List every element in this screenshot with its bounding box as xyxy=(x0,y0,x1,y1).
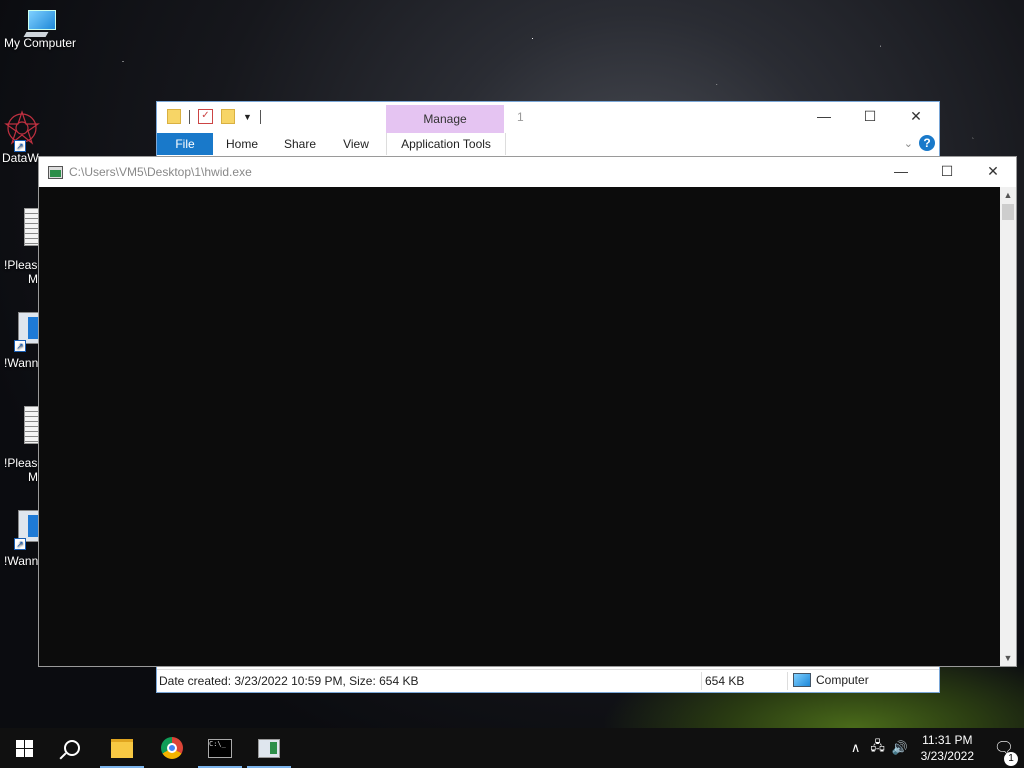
scroll-down-arrow-icon[interactable]: ▼ xyxy=(1000,650,1016,666)
new-folder-icon[interactable] xyxy=(221,109,235,124)
clock-date: 3/23/2022 xyxy=(920,749,974,763)
console-window[interactable]: C:\Users\VM5\Desktop\1\hwid.exe — ☐ ✕ ▲ … xyxy=(38,156,1017,667)
volume-icon[interactable]: 🔊 xyxy=(889,740,911,756)
window-title: C:\Users\VM5\Desktop\1\hwid.exe xyxy=(69,165,252,179)
start-button[interactable] xyxy=(0,728,48,768)
taskbar: C:\_ ∧ 🖧 🔊 11:31 PM 3/23/2022 🗨 1 xyxy=(0,728,1024,768)
status-location-label: Computer xyxy=(816,673,869,687)
taskbar-file-explorer[interactable] xyxy=(98,728,146,768)
minimize-button[interactable]: — xyxy=(801,102,847,130)
window-title: 1 xyxy=(517,110,524,124)
taskbar-hwid-app[interactable] xyxy=(245,728,293,768)
computer-icon xyxy=(23,10,56,37)
show-hidden-icons-chevron-icon[interactable]: ∧ xyxy=(845,740,867,756)
clock-time: 11:31 PM xyxy=(922,733,973,747)
hwid-app-icon xyxy=(258,738,280,758)
close-button[interactable]: ✕ xyxy=(970,157,1016,185)
console-titlebar[interactable]: C:\Users\VM5\Desktop\1\hwid.exe — ☐ ✕ xyxy=(39,157,1016,187)
file-explorer-icon xyxy=(111,738,133,758)
toolbar-divider xyxy=(259,109,261,124)
status-divider xyxy=(701,672,702,690)
ribbon-tabs: File Home Share View Application Tools xyxy=(157,133,939,155)
toolbar-divider xyxy=(189,109,190,124)
system-tray: ∧ 🖧 🔊 11:31 PM 3/23/2022 🗨 1 xyxy=(845,728,1024,768)
status-divider xyxy=(787,672,788,690)
status-bar: Date created: 3/23/2022 10:59 PM, Size: … xyxy=(157,669,939,692)
tab-view[interactable]: View xyxy=(329,133,383,155)
properties-icon[interactable]: ✓ xyxy=(198,109,213,124)
action-center-button[interactable]: 🗨 1 xyxy=(984,738,1024,766)
tab-home[interactable]: Home xyxy=(215,133,269,155)
taskbar-chrome[interactable] xyxy=(148,728,196,768)
notification-count-badge: 1 xyxy=(1004,752,1018,766)
console-output-area[interactable] xyxy=(39,187,1000,666)
close-button[interactable]: ✕ xyxy=(893,102,939,130)
tab-file[interactable]: File xyxy=(157,133,213,155)
maximize-button[interactable]: ☐ xyxy=(924,157,970,185)
chrome-icon xyxy=(161,737,183,759)
cmd-icon: C:\_ xyxy=(208,738,232,758)
scrollbar-thumb[interactable] xyxy=(1002,204,1014,220)
status-file-size: 654 KB xyxy=(705,674,745,688)
customize-toolbar-chevron-icon[interactable]: ▼ xyxy=(243,112,252,122)
desktop-icon-label: My Computer xyxy=(3,36,77,50)
tab-manage-context[interactable]: Manage xyxy=(386,105,504,133)
computer-icon xyxy=(793,673,811,687)
status-location: Computer xyxy=(793,673,869,687)
network-icon[interactable]: 🖧 xyxy=(867,737,889,759)
desktop-icon-dataw[interactable]: ↗ DataW xyxy=(2,108,42,165)
console-app-icon xyxy=(48,166,63,179)
windows-logo-icon xyxy=(15,739,33,757)
maximize-button[interactable]: ☐ xyxy=(847,102,893,130)
search-button[interactable] xyxy=(48,728,96,768)
shortcut-arrow-icon: ↗ xyxy=(14,340,26,352)
desktop-icon-label: DataW xyxy=(2,151,39,165)
shortcut-arrow-icon: ↗ xyxy=(14,140,26,152)
desktop-icon-my-computer[interactable]: My Computer xyxy=(2,10,78,50)
expand-ribbon-chevron-icon[interactable]: ⌄ xyxy=(904,137,913,150)
folder-icon xyxy=(167,109,181,124)
status-file-details: Date created: 3/23/2022 10:59 PM, Size: … xyxy=(159,674,419,688)
help-icon[interactable]: ? xyxy=(919,135,935,151)
scroll-up-arrow-icon[interactable]: ▲ xyxy=(1000,187,1016,203)
explorer-titlebar[interactable]: ✓ ▼ Manage 1 — ☐ ✕ xyxy=(157,102,939,133)
taskbar-command-prompt[interactable]: C:\_ xyxy=(196,728,244,768)
tab-application-tools[interactable]: Application Tools xyxy=(386,133,506,155)
search-icon xyxy=(64,740,80,756)
quick-access-toolbar: ✓ ▼ xyxy=(167,109,261,124)
system-clock[interactable]: 11:31 PM 3/23/2022 xyxy=(911,732,984,764)
vertical-scrollbar[interactable]: ▲ ▼ xyxy=(1000,187,1016,666)
shortcut-arrow-icon: ↗ xyxy=(14,538,26,550)
tab-share[interactable]: Share xyxy=(273,133,327,155)
minimize-button[interactable]: — xyxy=(878,157,924,185)
